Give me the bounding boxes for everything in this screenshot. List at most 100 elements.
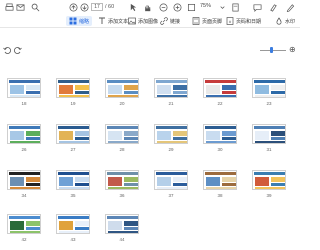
thumbnail-content-block <box>173 85 187 90</box>
comment-icon[interactable] <box>252 2 262 12</box>
thumbnail-content-block <box>108 131 122 140</box>
add-text-button[interactable]: 添加文本 <box>98 16 128 26</box>
thumbnail-content-block <box>271 137 285 140</box>
zoom-level[interactable]: 75% <box>200 3 211 9</box>
thumbnail-content-block <box>206 95 236 97</box>
add-image-label: 添加图像 <box>138 18 159 25</box>
thumbnail-content-block <box>10 131 24 140</box>
thumbnail-content-block <box>271 177 285 182</box>
page-thumbnail[interactable] <box>252 124 286 144</box>
link-label: 链接 <box>170 18 181 25</box>
edit-toolbar: 缩略 添加文本 添加图像 链接 页面页脚 # 页码和日期 水印 <box>0 14 300 28</box>
page-thumbnail[interactable] <box>7 78 41 98</box>
thumbnail-content-block <box>108 221 122 230</box>
page-thumbnail[interactable] <box>7 214 41 234</box>
thumbnail-content-block <box>205 172 236 175</box>
zoom-in-icon[interactable] <box>172 2 182 12</box>
thumbnail-icon <box>69 17 77 25</box>
page-thumbnail[interactable] <box>56 124 90 144</box>
page-thumbnail[interactable] <box>105 214 139 234</box>
thumbnail-content-block <box>58 80 89 83</box>
link-button[interactable]: 链接 <box>160 16 180 26</box>
page-thumbnail[interactable] <box>56 170 90 190</box>
search-icon[interactable] <box>30 2 40 12</box>
thumbnail-content-block <box>107 80 138 83</box>
thumbnail-content-block <box>124 131 138 136</box>
page-thumbnail[interactable] <box>105 78 139 98</box>
page-thumbnail[interactable] <box>154 78 188 98</box>
thumbnail-content-block <box>9 216 40 219</box>
hand-icon[interactable] <box>142 2 152 12</box>
page-thumbnail[interactable] <box>105 170 139 190</box>
page-number-label: 30 <box>217 147 223 152</box>
thumbnail-content-block <box>205 80 236 83</box>
page-thumbnail[interactable] <box>203 170 237 190</box>
page-thumbnail[interactable] <box>252 78 286 98</box>
thumbnail-content-block <box>222 177 236 182</box>
chevron-down-icon[interactable] <box>217 2 227 12</box>
thumbnail-content-block <box>26 221 40 226</box>
watermark-label: 水印 <box>285 18 296 25</box>
page-number-input[interactable]: 17 <box>91 3 103 11</box>
zoom-slider-track[interactable] <box>260 50 286 51</box>
thumbnail-content-block <box>206 85 220 94</box>
thumbnail-content-block <box>75 137 89 140</box>
page-thumbnail[interactable] <box>203 78 237 98</box>
page-thumbnail[interactable] <box>154 124 188 144</box>
thumbnail-content-block <box>58 216 89 219</box>
thumbnail-content-block <box>75 221 89 226</box>
page-thumbnail[interactable] <box>252 170 286 190</box>
zoom-plus-icon[interactable]: ⊕ <box>289 45 296 54</box>
thumbnail-content-block <box>254 80 285 83</box>
page-thumbnail[interactable] <box>105 124 139 144</box>
thumbnail-content-block <box>75 131 89 136</box>
thumbnail-content-block <box>222 131 236 136</box>
add-image-button[interactable]: 添加图像 <box>128 16 158 26</box>
page-number-label: 20 <box>119 101 125 106</box>
page-number-label: 37 <box>168 193 174 198</box>
header-footer-button[interactable]: 页面页脚 <box>192 16 222 26</box>
thumbnail-content-block <box>124 221 138 226</box>
thumbnail-content-block <box>10 95 40 97</box>
page-thumbnail[interactable] <box>154 170 188 190</box>
thumbnail-content-block <box>10 141 40 143</box>
page-down-icon[interactable] <box>79 2 89 12</box>
zoom-out-icon[interactable] <box>158 2 168 12</box>
thumbnail-content-block <box>124 137 138 140</box>
page-number-label: 28 <box>119 147 125 152</box>
page-total: / 60 <box>105 4 115 10</box>
fit-page-icon[interactable] <box>186 2 196 12</box>
scroll-view-icon[interactable] <box>230 2 240 12</box>
thumbnail-content-block <box>206 141 236 143</box>
thumbnail-content-block <box>9 80 40 83</box>
thumbnail-content-block <box>10 187 40 189</box>
view-controls: ⊕ <box>0 44 300 56</box>
print-icon[interactable] <box>4 2 14 12</box>
page-number-button[interactable]: # 页码和日期 <box>226 16 261 26</box>
page-number-label: 页码和日期 <box>236 18 262 25</box>
page-up-icon[interactable] <box>68 2 78 12</box>
page-thumbnail[interactable] <box>56 214 90 234</box>
page-thumbnail[interactable] <box>56 78 90 98</box>
draw-pen-icon[interactable] <box>285 2 295 12</box>
thumbnail-content-block <box>157 187 187 189</box>
zoom-slider-thumb[interactable] <box>270 47 273 53</box>
thumbnail-content-block <box>75 85 89 90</box>
select-arrow-icon[interactable] <box>128 2 138 12</box>
thumbnail-content-block <box>271 85 285 90</box>
page-indicator: 17 / 60 <box>91 2 114 12</box>
thumbnail-content-block <box>206 187 236 189</box>
rotate-left-icon[interactable] <box>3 46 11 54</box>
highlight-icon[interactable] <box>268 2 278 12</box>
top-toolbar: 17 / 60 75% <box>0 0 300 14</box>
watermark-button[interactable]: 水印 <box>275 16 295 26</box>
thumbnail-button[interactable]: 缩略 <box>66 16 93 26</box>
page-thumbnail[interactable] <box>7 170 41 190</box>
page-thumbnail[interactable] <box>7 124 41 144</box>
rotate-right-icon[interactable] <box>14 46 22 54</box>
thumbnail-content-block <box>173 131 187 136</box>
page-number-label: 26 <box>21 147 27 152</box>
mail-icon[interactable] <box>15 2 25 12</box>
page-number-label: 21 <box>168 101 174 106</box>
page-thumbnail[interactable] <box>203 124 237 144</box>
